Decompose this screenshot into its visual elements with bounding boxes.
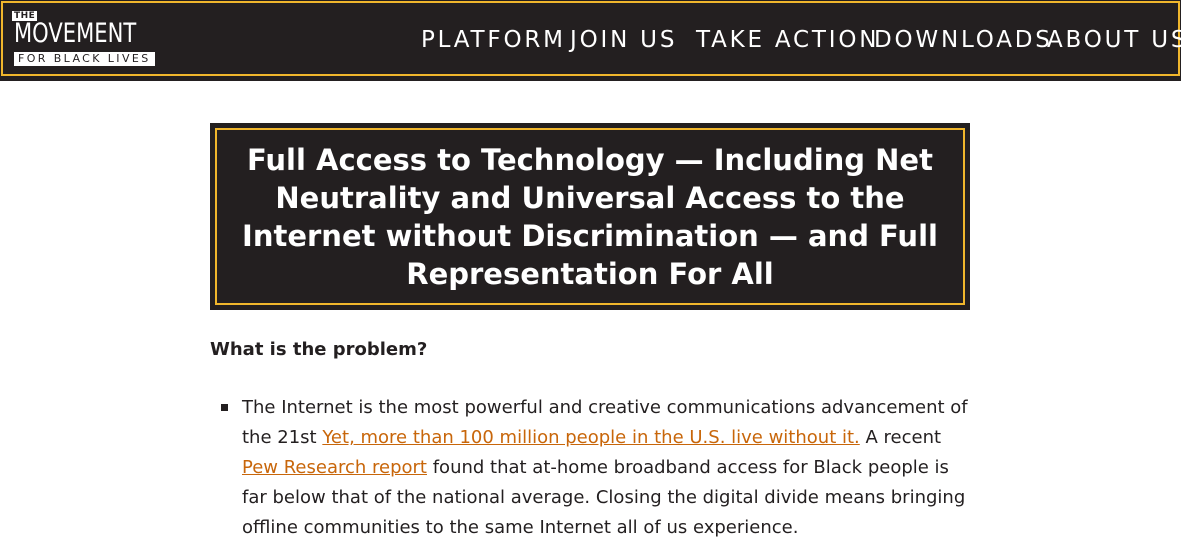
page-title: Full Access to Technology — Including Ne… [242, 142, 938, 291]
problem-list: The Internet is the most powerful and cr… [210, 393, 980, 543]
nav-item-platform[interactable]: PLATFORM [421, 23, 566, 57]
list-item: The Internet is the most powerful and cr… [210, 393, 974, 543]
problem-heading: What is the problem? [210, 339, 428, 360]
nav-item-join-us[interactable]: JOIN US [570, 23, 677, 57]
title-border: Full Access to Technology — Including Ne… [215, 128, 965, 305]
site-logo[interactable]: THE MOVEMENT FOR BLACK LIVES [11, 9, 155, 71]
nav-item-about-us[interactable]: ABOUT US [1047, 23, 1181, 57]
bullet-text-part: A recent [859, 427, 942, 448]
without-internet-link[interactable]: Yet, more than 100 million people in the… [322, 427, 859, 448]
title-box: Full Access to Technology — Including Ne… [210, 123, 970, 310]
bullet-square-icon [221, 404, 228, 411]
site-header: THE MOVEMENT FOR BLACK LIVES PLATFORM JO… [0, 0, 1181, 81]
logo-for-black-lives-text: FOR BLACK LIVES [14, 52, 155, 66]
logo-movement-text: MOVEMENT [14, 18, 137, 49]
header-border: THE MOVEMENT FOR BLACK LIVES PLATFORM JO… [1, 1, 1181, 76]
nav-item-downloads[interactable]: DOWNLOADS [874, 23, 1053, 57]
nav-item-take-action[interactable]: TAKE ACTION [696, 23, 879, 57]
pew-research-link[interactable]: Pew Research report [242, 457, 427, 478]
